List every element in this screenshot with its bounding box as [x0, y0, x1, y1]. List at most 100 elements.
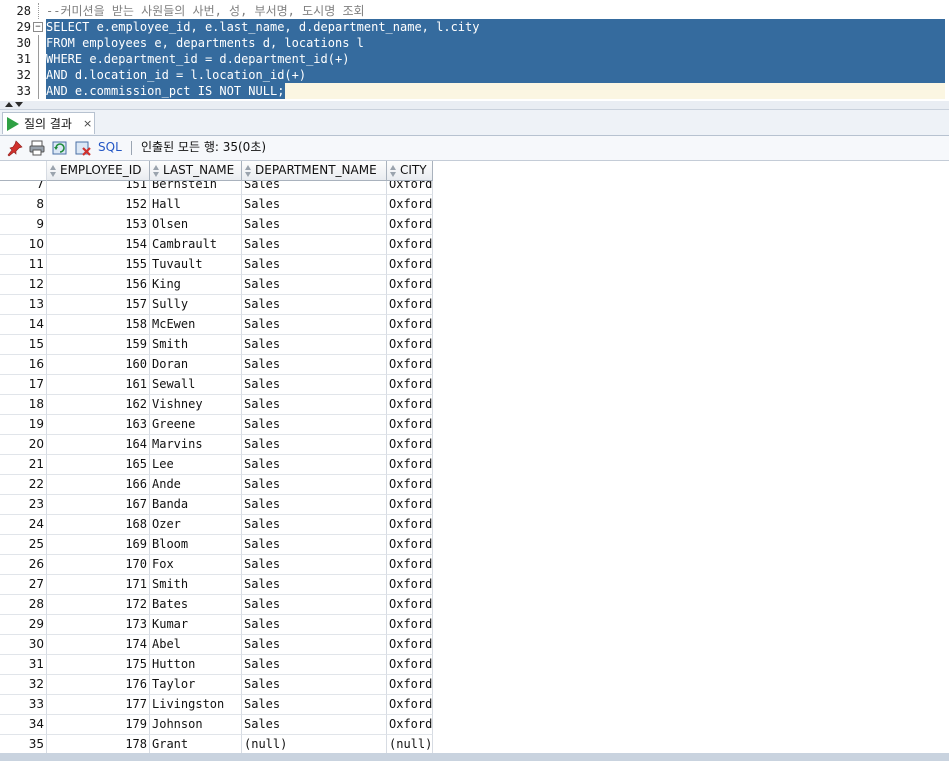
cell-department-name[interactable]: Sales [242, 315, 387, 335]
table-row[interactable]: 30 174 Abel Sales Oxford [0, 635, 949, 655]
cell-department-name[interactable]: Sales [242, 475, 387, 495]
cell-last-name[interactable]: Hutton [150, 655, 242, 675]
cell-employee-id[interactable]: 152 [47, 195, 150, 215]
cell-department-name[interactable]: (null) [242, 735, 387, 753]
cell-city[interactable]: Oxford [387, 435, 433, 455]
table-row[interactable]: 33 177 Livingston Sales Oxford [0, 695, 949, 715]
table-row[interactable]: 17 161 Sewall Sales Oxford [0, 375, 949, 395]
cell-city[interactable]: Oxford [387, 275, 433, 295]
cell-city[interactable]: Oxford [387, 575, 433, 595]
cell-department-name[interactable]: Sales [242, 295, 387, 315]
expand-down-icon[interactable] [15, 102, 23, 107]
cell-employee-id[interactable]: 162 [47, 395, 150, 415]
cell-employee-id[interactable]: 165 [47, 455, 150, 475]
cell-last-name[interactable]: Olsen [150, 215, 242, 235]
cell-department-name[interactable]: Sales [242, 675, 387, 695]
print-icon[interactable] [28, 139, 46, 157]
cell-department-name[interactable]: Sales [242, 575, 387, 595]
cell-employee-id[interactable]: 177 [47, 695, 150, 715]
refresh-icon[interactable] [51, 139, 69, 157]
cell-city[interactable]: Oxford [387, 615, 433, 635]
table-row[interactable]: 10 154 Cambrault Sales Oxford [0, 235, 949, 255]
cell-city[interactable]: (null) [387, 735, 433, 753]
cell-last-name[interactable]: Doran [150, 355, 242, 375]
cell-department-name[interactable]: Sales [242, 395, 387, 415]
editor-line[interactable]: 33 AND e.commission_pct IS NOT NULL; [0, 83, 949, 99]
cell-last-name[interactable]: Cambrault [150, 235, 242, 255]
cell-last-name[interactable]: Marvins [150, 435, 242, 455]
cell-last-name[interactable]: Taylor [150, 675, 242, 695]
cell-department-name[interactable]: Sales [242, 255, 387, 275]
cell-last-name[interactable]: Sewall [150, 375, 242, 395]
cell-employee-id[interactable]: 151 [47, 181, 150, 195]
cell-last-name[interactable]: Greene [150, 415, 242, 435]
cell-employee-id[interactable]: 171 [47, 575, 150, 595]
sort-icon[interactable] [245, 164, 252, 178]
cell-city[interactable]: Oxford [387, 595, 433, 615]
cell-employee-id[interactable]: 169 [47, 535, 150, 555]
cell-employee-id[interactable]: 179 [47, 715, 150, 735]
cell-employee-id[interactable]: 176 [47, 675, 150, 695]
cell-department-name[interactable]: Sales [242, 415, 387, 435]
cell-city[interactable]: Oxford [387, 675, 433, 695]
pane-splitter[interactable] [0, 101, 949, 110]
pin-icon[interactable] [6, 139, 24, 157]
sort-icon[interactable] [153, 164, 160, 178]
table-row[interactable]: 26 170 Fox Sales Oxford [0, 555, 949, 575]
cell-city[interactable]: Oxford [387, 181, 433, 195]
cell-last-name[interactable]: Smith [150, 335, 242, 355]
cell-employee-id[interactable]: 174 [47, 635, 150, 655]
cell-employee-id[interactable]: 166 [47, 475, 150, 495]
table-row[interactable]: 31 175 Hutton Sales Oxford [0, 655, 949, 675]
cell-department-name[interactable]: Sales [242, 515, 387, 535]
cell-last-name[interactable]: Banda [150, 495, 242, 515]
cell-employee-id[interactable]: 153 [47, 215, 150, 235]
cell-department-name[interactable]: Sales [242, 655, 387, 675]
table-row[interactable]: 7 151 Bernstein Sales Oxford [0, 181, 949, 195]
cell-last-name[interactable]: Bernstein [150, 181, 242, 195]
cell-last-name[interactable]: Abel [150, 635, 242, 655]
cell-city[interactable]: Oxford [387, 715, 433, 735]
cell-city[interactable]: Oxford [387, 355, 433, 375]
cell-city[interactable]: Oxford [387, 235, 433, 255]
cell-last-name[interactable]: Tuvault [150, 255, 242, 275]
cell-employee-id[interactable]: 168 [47, 515, 150, 535]
cell-employee-id[interactable]: 167 [47, 495, 150, 515]
editor-line[interactable]: 29− SELECT e.employee_id, e.last_name, d.… [0, 19, 949, 35]
table-row[interactable]: 19 163 Greene Sales Oxford [0, 415, 949, 435]
cell-employee-id[interactable]: 164 [47, 435, 150, 455]
table-row[interactable]: 24 168 Ozer Sales Oxford [0, 515, 949, 535]
cell-employee-id[interactable]: 159 [47, 335, 150, 355]
clear-icon[interactable] [74, 139, 92, 157]
table-row[interactable]: 16 160 Doran Sales Oxford [0, 355, 949, 375]
cell-employee-id[interactable]: 161 [47, 375, 150, 395]
table-row[interactable]: 14 158 McEwen Sales Oxford [0, 315, 949, 335]
sort-icon[interactable] [390, 164, 397, 178]
table-row[interactable]: 11 155 Tuvault Sales Oxford [0, 255, 949, 275]
cell-department-name[interactable]: Sales [242, 375, 387, 395]
cell-last-name[interactable]: Kumar [150, 615, 242, 635]
cell-city[interactable]: Oxford [387, 495, 433, 515]
cell-last-name[interactable]: Grant [150, 735, 242, 753]
table-row[interactable]: 32 176 Taylor Sales Oxford [0, 675, 949, 695]
cell-city[interactable]: Oxford [387, 195, 433, 215]
results-grid[interactable]: EMPLOYEE_ID LAST_NAME DEPARTMENT_NAME CI… [0, 161, 949, 753]
editor-line[interactable]: 32 AND d.location_id = l.location_id(+) [0, 67, 949, 83]
cell-city[interactable]: Oxford [387, 415, 433, 435]
cell-last-name[interactable]: Smith [150, 575, 242, 595]
cell-employee-id[interactable]: 178 [47, 735, 150, 753]
cell-last-name[interactable]: Ozer [150, 515, 242, 535]
column-header-department-name[interactable]: DEPARTMENT_NAME [242, 161, 387, 181]
editor-line[interactable]: 30 FROM employees e, departments d, locat… [0, 35, 949, 51]
cell-last-name[interactable]: Hall [150, 195, 242, 215]
table-row[interactable]: 28 172 Bates Sales Oxford [0, 595, 949, 615]
cell-last-name[interactable]: King [150, 275, 242, 295]
cell-employee-id[interactable]: 172 [47, 595, 150, 615]
column-header-employee-id[interactable]: EMPLOYEE_ID [47, 161, 150, 181]
cell-city[interactable]: Oxford [387, 535, 433, 555]
cell-department-name[interactable]: Sales [242, 181, 387, 195]
cell-last-name[interactable]: Livingston [150, 695, 242, 715]
column-header-last-name[interactable]: LAST_NAME [150, 161, 242, 181]
cell-department-name[interactable]: Sales [242, 715, 387, 735]
cell-city[interactable]: Oxford [387, 455, 433, 475]
